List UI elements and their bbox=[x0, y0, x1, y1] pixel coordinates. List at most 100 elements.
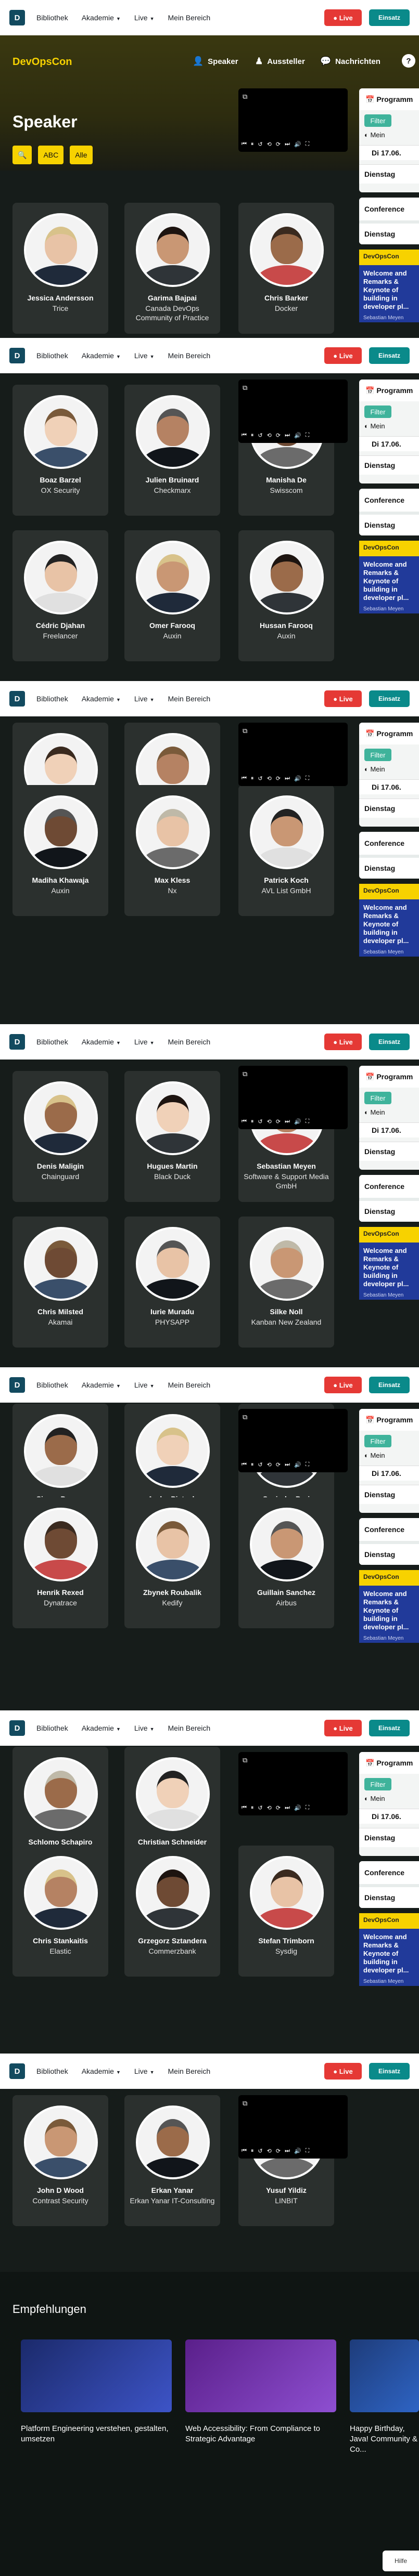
pause-icon[interactable]: ⏸ bbox=[251, 2148, 254, 2154]
volume-icon[interactable]: 🔊 bbox=[294, 432, 301, 439]
nav-item-1[interactable]: Akademie ▼ bbox=[82, 1381, 121, 1389]
mein-toggle[interactable]: ◐ Mein bbox=[359, 422, 419, 430]
nav-item-1[interactable]: Akademie ▼ bbox=[82, 1724, 121, 1732]
logo[interactable]: D bbox=[9, 348, 25, 363]
video-player[interactable]: ⧉ ⏮ ⏸ ↺ ⟲ ⟳ ⏭ 🔊 ⛶ bbox=[238, 1066, 348, 1129]
forward-icon[interactable]: ⟳ bbox=[276, 2148, 281, 2154]
pause-icon[interactable]: ⏸ bbox=[251, 1804, 254, 1811]
nav-item-2[interactable]: Live ▼ bbox=[134, 1724, 155, 1732]
volume-icon[interactable]: 🔊 bbox=[294, 775, 301, 782]
next-icon[interactable]: ⏭ bbox=[285, 1804, 290, 1811]
live-button[interactable]: ● Live bbox=[324, 1034, 362, 1050]
nav-item-0[interactable]: Bibliothek bbox=[36, 2067, 68, 2075]
session-day[interactable]: Dienstag bbox=[359, 224, 419, 244]
rewind-icon[interactable]: ⟲ bbox=[267, 775, 272, 782]
forward-icon[interactable]: ⟳ bbox=[276, 1804, 281, 1811]
mein-toggle[interactable]: ◐ Mein bbox=[359, 1795, 419, 1802]
next-icon[interactable]: ⏭ bbox=[285, 775, 290, 782]
nav-item-0[interactable]: Bibliothek bbox=[36, 1038, 68, 1046]
nav-item-3[interactable]: Mein Bereich bbox=[168, 2067, 211, 2075]
event-brand[interactable]: DevOpsCon bbox=[12, 56, 72, 68]
nav-item-2[interactable]: Live ▼ bbox=[134, 14, 155, 22]
nav-item-0[interactable]: Bibliothek bbox=[36, 351, 68, 360]
speaker-card[interactable]: Henrik Rexed Dynatrace bbox=[12, 1497, 108, 1628]
live-button[interactable]: ● Live bbox=[324, 690, 362, 707]
program-heading[interactable]: 📅 Programm bbox=[359, 1752, 419, 1774]
rewind-icon[interactable]: ⟲ bbox=[267, 1804, 272, 1811]
filter-badge[interactable]: Filter bbox=[364, 1092, 391, 1104]
cta-button[interactable]: Einsatz bbox=[369, 347, 410, 364]
speaker-card[interactable]: Hussan Farooq Auxin bbox=[238, 530, 334, 661]
speaker-card[interactable]: Patrick Koch AVL List GmbH bbox=[238, 785, 334, 916]
filter-badge[interactable]: Filter bbox=[364, 1435, 391, 1447]
volume-icon[interactable]: 🔊 bbox=[294, 1461, 301, 1468]
fullscreen-icon[interactable]: ⛶ bbox=[306, 1804, 310, 1811]
next-icon[interactable]: ⏭ bbox=[285, 141, 290, 148]
pause-icon[interactable]: ⏸ bbox=[251, 775, 254, 782]
session-conference[interactable]: Conference bbox=[359, 1861, 419, 1884]
speaker-card[interactable]: Max Kless Nx bbox=[124, 785, 220, 916]
pip-icon[interactable]: ⧉ bbox=[243, 2099, 247, 2108]
speaker-card[interactable]: Chris Milsted Akamai bbox=[12, 1217, 108, 1348]
session-conference[interactable]: Conference bbox=[359, 1175, 419, 1198]
session-promo[interactable]: DevOpsCon Welcome and Remarks & Keynote o… bbox=[359, 1913, 419, 1986]
speaker-card[interactable]: Jessica Andersson Trice bbox=[12, 203, 108, 334]
volume-icon[interactable]: 🔊 bbox=[294, 141, 301, 148]
speaker-card[interactable]: Cédric Djahan Freelancer bbox=[12, 530, 108, 661]
nav-item-3[interactable]: Mein Bereich bbox=[168, 1038, 211, 1046]
rewind-icon[interactable]: ⟲ bbox=[267, 1461, 272, 1468]
rewind-icon[interactable]: ⟲ bbox=[267, 1118, 272, 1125]
video-player[interactable]: ⧉ ⏮ ⏸ ↺ ⟲ ⟳ ⏭ 🔊 ⛶ bbox=[238, 723, 348, 786]
pip-icon[interactable]: ⧉ bbox=[243, 1070, 247, 1078]
nav-item-1[interactable]: Akademie ▼ bbox=[82, 2067, 121, 2075]
prev-icon[interactable]: ⏮ bbox=[242, 1118, 247, 1125]
session-promo[interactable]: DevOpsCon Welcome and Remarks & Keynote o… bbox=[359, 1227, 419, 1300]
cta-button[interactable]: Einsatz bbox=[369, 9, 410, 26]
session-day[interactable]: Dienstag bbox=[359, 515, 419, 535]
speaker-card[interactable]: Madiha Khawaja Auxin bbox=[12, 785, 108, 916]
fullscreen-icon[interactable]: ⛶ bbox=[306, 775, 310, 782]
nav-item-0[interactable]: Bibliothek bbox=[36, 14, 68, 22]
rewind-icon[interactable]: ⟲ bbox=[267, 141, 272, 148]
speaker-card[interactable]: Chris Stankaitis Elastic bbox=[12, 1846, 108, 1977]
live-button[interactable]: ● Live bbox=[324, 347, 362, 364]
speaker-card[interactable]: Guillain Sanchez Airbus bbox=[238, 1497, 334, 1628]
next-icon[interactable]: ⏭ bbox=[285, 1118, 290, 1125]
session-day[interactable]: Dienstag bbox=[359, 858, 419, 879]
program-heading[interactable]: 📅 Programm bbox=[359, 88, 419, 110]
date-chip[interactable]: Di 17.06. bbox=[359, 436, 419, 451]
filter-badge[interactable]: Filter bbox=[364, 1778, 391, 1790]
cta-button[interactable]: Einsatz bbox=[369, 1720, 410, 1736]
date-chip[interactable]: Di 17.06. bbox=[359, 1122, 419, 1137]
video-player[interactable]: ⧉ ⏮ ⏸ ↺ ⟲ ⟳ ⏭ 🔊 ⛶ bbox=[238, 1409, 348, 1472]
forward-icon[interactable]: ⟳ bbox=[276, 141, 281, 148]
nav-item-2[interactable]: Live ▼ bbox=[134, 695, 155, 703]
prev-icon[interactable]: ⏮ bbox=[242, 1461, 247, 1468]
session-promo[interactable]: DevOpsCon Welcome and Remarks & Keynote o… bbox=[359, 884, 419, 957]
pause-icon[interactable]: ⏸ bbox=[251, 1461, 254, 1468]
speaker-card[interactable]: Julien Bruinard Checkmarx bbox=[124, 385, 220, 516]
logo[interactable]: D bbox=[9, 10, 25, 25]
fullscreen-icon[interactable]: ⛶ bbox=[306, 2148, 310, 2154]
forward-icon[interactable]: ⟳ bbox=[276, 1461, 281, 1468]
mein-toggle[interactable]: ◐ Mein bbox=[359, 1452, 419, 1459]
replay-icon[interactable]: ↺ bbox=[258, 432, 262, 439]
speaker-card[interactable]: Silke Noll Kanban New Zealand bbox=[238, 1217, 334, 1348]
session-day[interactable]: Dienstag bbox=[359, 1201, 419, 1222]
fullscreen-icon[interactable]: ⛶ bbox=[306, 1118, 310, 1125]
cta-button[interactable]: Einsatz bbox=[369, 1034, 410, 1050]
session-conference[interactable]: Conference bbox=[359, 198, 419, 220]
session-promo[interactable]: DevOpsCon Welcome and Remarks & Keynote o… bbox=[359, 250, 419, 322]
session-conference[interactable]: Conference bbox=[359, 832, 419, 855]
speaker-card[interactable]: Zbynek Roubalik Kedify bbox=[124, 1497, 220, 1628]
nav-item-0[interactable]: Bibliothek bbox=[36, 1724, 68, 1732]
replay-icon[interactable]: ↺ bbox=[258, 1461, 262, 1468]
pip-icon[interactable]: ⧉ bbox=[243, 384, 247, 392]
hero-nav-2[interactable]: 💬 Nachrichten bbox=[320, 56, 380, 67]
logo[interactable]: D bbox=[9, 1377, 25, 1393]
speaker-card[interactable]: Iurie Muradu PHYSAPP bbox=[124, 1217, 220, 1348]
session-conference[interactable]: Conference bbox=[359, 1518, 419, 1541]
session-promo[interactable]: DevOpsCon Welcome and Remarks & Keynote o… bbox=[359, 1570, 419, 1643]
prev-icon[interactable]: ⏮ bbox=[242, 2148, 247, 2154]
date-chip[interactable]: Di 17.06. bbox=[359, 779, 419, 794]
